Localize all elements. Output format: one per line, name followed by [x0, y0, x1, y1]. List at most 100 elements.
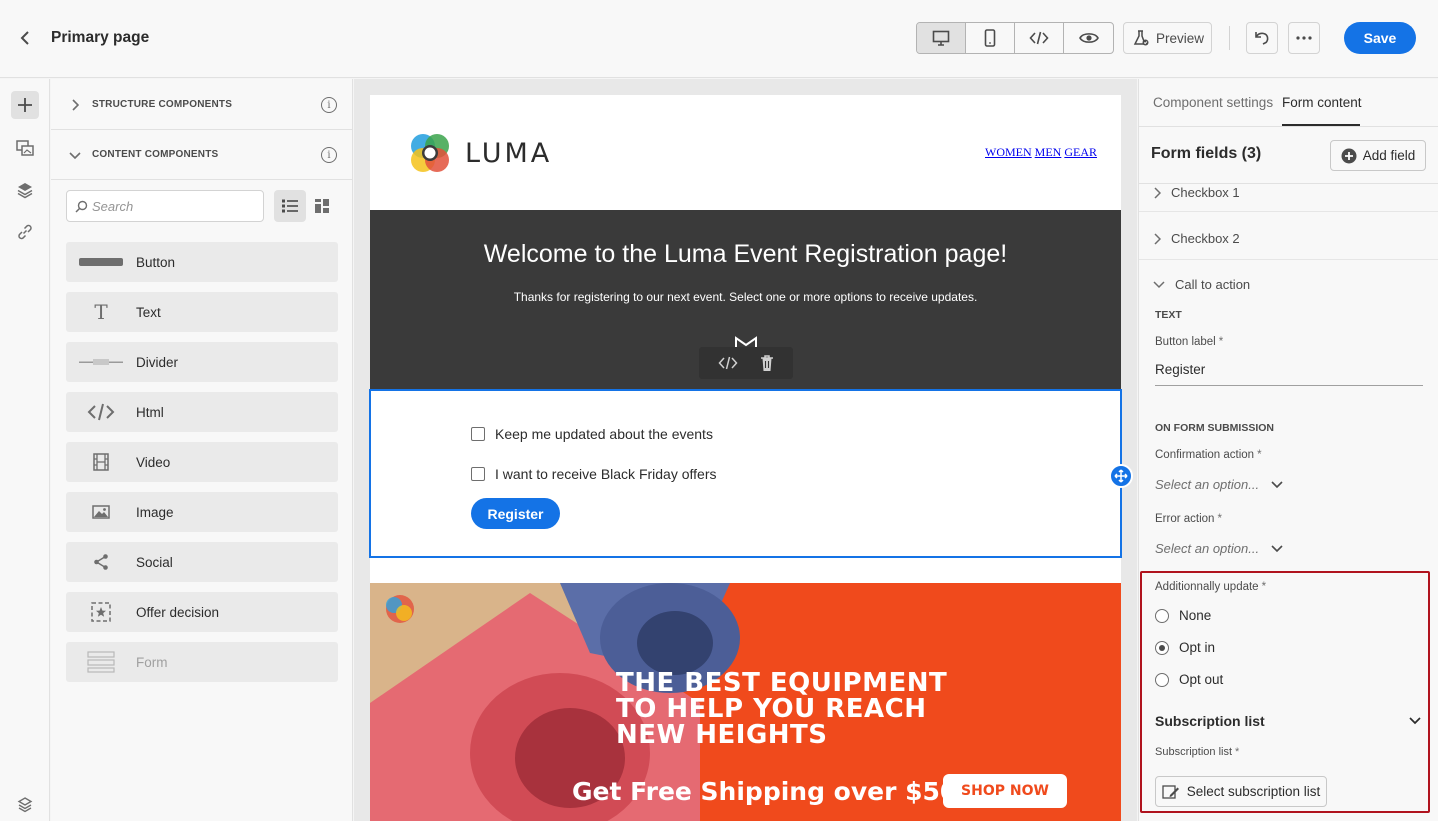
code-icon[interactable]: [717, 356, 738, 370]
component-label: Button: [136, 254, 176, 270]
button-label-label: Button label *: [1155, 336, 1223, 348]
more-icon: [1296, 36, 1312, 40]
subscription-list-label: Subscription list *: [1155, 746, 1239, 758]
layers-icon[interactable]: [11, 176, 39, 204]
chevron-right-icon: [1154, 186, 1161, 199]
component-label: Html: [136, 404, 164, 420]
select-subscription-list-button[interactable]: Select subscription list: [1155, 776, 1327, 807]
component-offer-decision[interactable]: Offer decision: [66, 592, 338, 632]
component-divider[interactable]: Divider: [66, 342, 338, 382]
preview-button[interactable]: Preview: [1123, 22, 1212, 54]
component-label: Social: [136, 554, 173, 570]
radio-button[interactable]: [1155, 608, 1169, 623]
component-video[interactable]: Video: [66, 442, 338, 482]
component-label: Text: [136, 304, 161, 320]
required-marker: *: [1217, 513, 1222, 525]
component-form: Form: [66, 642, 338, 682]
layers-settings-icon[interactable]: [11, 790, 39, 818]
tab-form-content[interactable]: Form content: [1282, 95, 1362, 110]
email-header[interactable]: LUMA WOMEN MEN GEAR: [370, 95, 1121, 210]
field-call-to-action[interactable]: Call to action: [1153, 277, 1250, 292]
chevron-down-icon[interactable]: [1409, 712, 1421, 728]
hero-section[interactable]: Welcome to the Luma Event Registration p…: [370, 210, 1121, 390]
field-checkbox-2[interactable]: Checkbox 2: [1153, 231, 1240, 246]
radio-button[interactable]: [1155, 640, 1169, 655]
chevron-down-icon: [1271, 544, 1283, 552]
chevron-down-icon: [1271, 480, 1283, 488]
picker-value: Select an option...: [1155, 477, 1260, 492]
structure-components-header[interactable]: STRUCTURE COMPONENTS i: [51, 80, 353, 130]
hero-title: Welcome to the Luma Event Registration p…: [483, 240, 1008, 268]
list-view-icon: [282, 199, 298, 213]
checkbox-row-black-friday[interactable]: I want to receive Black Friday offers: [471, 466, 717, 482]
grid-view-icon: [315, 199, 329, 213]
form-fields-title: Form fields (3): [1151, 145, 1262, 162]
list-view-toggle[interactable]: [274, 190, 306, 222]
mobile-view-button[interactable]: [966, 23, 1015, 53]
radio-opt-out[interactable]: Opt out: [1155, 672, 1223, 687]
add-components-icon[interactable]: [11, 91, 39, 119]
undo-icon: [1255, 32, 1269, 45]
error-action-picker[interactable]: Select an option...: [1155, 541, 1283, 556]
add-field-button[interactable]: Add field: [1330, 140, 1426, 171]
assets-icon[interactable]: [11, 134, 39, 162]
chevron-right-icon: [1154, 232, 1161, 245]
component-button[interactable]: Button: [66, 242, 338, 282]
undo-button[interactable]: [1246, 22, 1278, 54]
divider-icon: [66, 356, 136, 368]
required-marker: *: [1261, 581, 1267, 593]
search-input[interactable]: Search: [66, 190, 264, 222]
back-icon[interactable]: [14, 26, 36, 50]
move-handle-icon[interactable]: [1109, 464, 1133, 488]
component-label: Video: [136, 454, 171, 470]
checkbox[interactable]: [471, 427, 485, 441]
save-button[interactable]: Save: [1344, 22, 1416, 54]
component-image[interactable]: Image: [66, 492, 338, 532]
component-social[interactable]: Social: [66, 542, 338, 582]
form-block[interactable]: Keep me updated about the events I want …: [369, 389, 1133, 558]
checkbox[interactable]: [471, 467, 485, 481]
field-checkbox-1[interactable]: Checkbox 1: [1153, 185, 1240, 200]
register-button[interactable]: Register: [471, 498, 560, 529]
code-view-button[interactable]: [1015, 23, 1064, 53]
error-action-label: Error action *: [1155, 513, 1222, 525]
content-components-header[interactable]: CONTENT COMPONENTS i: [51, 130, 353, 180]
promo-banner[interactable]: THE BEST EQUIPMENT TO HELP YOU REACH NEW…: [370, 583, 1121, 821]
label-text: Button label: [1155, 336, 1216, 348]
more-actions-button[interactable]: [1288, 22, 1320, 54]
required-marker: *: [1235, 746, 1240, 758]
text-section-heading: TEXT: [1155, 309, 1182, 321]
properties-tabs: Component settings Form content: [1139, 79, 1438, 127]
info-icon[interactable]: i: [321, 147, 337, 163]
component-html[interactable]: Html: [66, 392, 338, 432]
shop-now-button[interactable]: SHOP NOW: [943, 774, 1067, 808]
radio-none[interactable]: None: [1155, 608, 1211, 623]
tab-component-settings[interactable]: Component settings: [1153, 95, 1273, 110]
info-icon[interactable]: i: [321, 97, 337, 113]
chevron-down-icon: [1153, 280, 1165, 288]
link-icon[interactable]: [11, 218, 39, 246]
edit-list-icon: [1162, 784, 1179, 799]
nav-link-men[interactable]: MEN: [1035, 145, 1062, 159]
search-placeholder: Search: [92, 198, 134, 214]
label-text: Additionnally update: [1155, 581, 1259, 593]
mobile-icon: [984, 29, 996, 47]
field-label: Checkbox 1: [1171, 185, 1240, 200]
select-subscription-label: Select subscription list: [1186, 784, 1321, 799]
component-text[interactable]: T Text: [66, 292, 338, 332]
nav-link-gear[interactable]: GEAR: [1064, 145, 1097, 159]
trash-icon[interactable]: [759, 354, 775, 372]
subscription-list-heading[interactable]: Subscription list: [1155, 713, 1265, 729]
button-label-input[interactable]: Register: [1155, 359, 1423, 386]
radio-opt-in[interactable]: Opt in: [1155, 640, 1215, 655]
confirmation-action-picker[interactable]: Select an option...: [1155, 477, 1283, 492]
desktop-view-button[interactable]: [917, 23, 966, 53]
grid-view-toggle[interactable]: [306, 190, 338, 222]
nav-link-women[interactable]: WOMEN: [985, 145, 1032, 159]
component-label: Divider: [136, 354, 179, 370]
checkbox-row-events[interactable]: Keep me updated about the events: [471, 426, 713, 442]
eye-view-button[interactable]: [1064, 23, 1113, 53]
banner-line-3: NEW HEIGHTS: [616, 720, 828, 750]
radio-button[interactable]: [1155, 672, 1169, 687]
text-icon: T: [94, 300, 108, 324]
